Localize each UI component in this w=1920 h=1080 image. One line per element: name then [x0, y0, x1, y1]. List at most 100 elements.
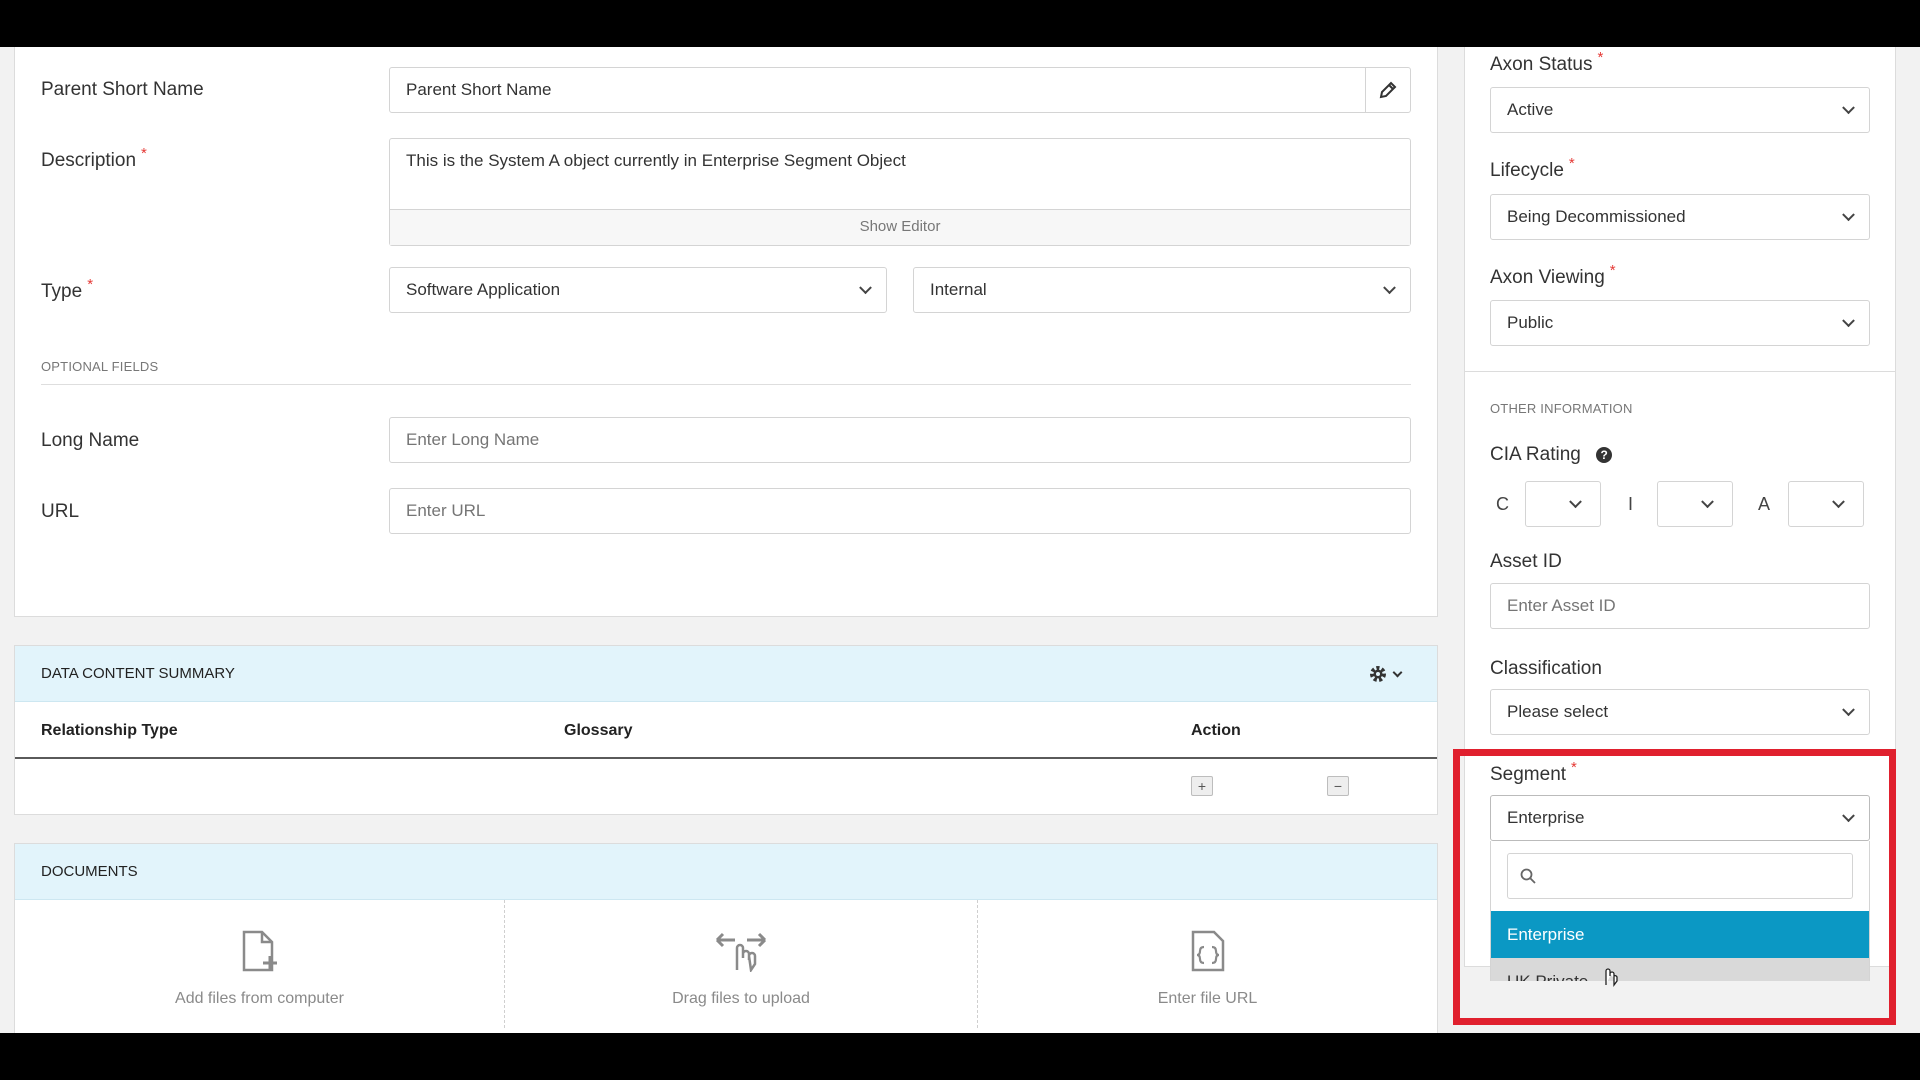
file-code-icon — [1191, 930, 1224, 972]
data-content-summary-card: DATA CONTENT SUMMARY Relationship Type G… — [14, 645, 1438, 815]
axon-viewing-label-text: Axon Viewing — [1490, 267, 1605, 288]
axon-viewing-label: Axon Viewing * — [1490, 262, 1616, 289]
drag-files-option[interactable]: Drag files to upload — [505, 900, 978, 1028]
lifecycle-label-text: Lifecycle — [1490, 160, 1564, 181]
required-marker: * — [1571, 759, 1577, 776]
axon-viewing-value: Public — [1507, 313, 1554, 332]
cia-a-select[interactable] — [1788, 481, 1864, 527]
segment-value: Enterprise — [1507, 808, 1585, 827]
type-select-value: Software Application — [406, 280, 561, 299]
segment-label: Segment * — [1490, 759, 1577, 786]
help-icon[interactable]: ? — [1596, 447, 1613, 463]
classification-label: Classification — [1490, 658, 1602, 679]
asset-id-label: Asset ID — [1490, 551, 1562, 572]
lifecycle-select[interactable]: Being Decommissioned — [1490, 194, 1870, 240]
classification-value: Please select — [1507, 702, 1609, 721]
description-textarea[interactable]: This is the System A object currently in… — [406, 151, 906, 171]
add-files-option[interactable]: Add files from computer — [15, 900, 505, 1028]
cia-i-label: I — [1628, 494, 1634, 514]
column-glossary: Glossary — [564, 722, 633, 739]
lifecycle-label: Lifecycle * — [1490, 155, 1575, 182]
chevron-down-icon — [1383, 281, 1396, 295]
cia-i-select[interactable] — [1657, 481, 1733, 527]
url-input[interactable] — [389, 488, 1411, 534]
sidebar-card: Axon Status * Active Lifecycle * Being Dec… — [1464, 47, 1896, 987]
column-relationship-type: Relationship Type — [41, 722, 178, 739]
show-editor-button[interactable]: Show Editor — [390, 209, 1410, 245]
file-url-label: Enter file URL — [1157, 990, 1258, 1007]
segment-option-enterprise[interactable]: Enterprise — [1491, 911, 1869, 958]
settings-menu-button[interactable] — [1368, 664, 1403, 684]
classification-select[interactable]: Please select — [1490, 689, 1870, 735]
chevron-down-icon — [859, 281, 872, 295]
drag-hand-icon — [715, 932, 767, 972]
required-marker: * — [1609, 262, 1616, 279]
cia-c-select[interactable] — [1525, 481, 1601, 527]
chevron-down-icon — [1569, 495, 1582, 509]
required-marker: * — [141, 145, 147, 162]
segment-search-input[interactable] — [1507, 853, 1853, 899]
chevron-down-icon — [1701, 495, 1714, 509]
parent-short-name-label: Parent Short Name — [41, 79, 204, 100]
drag-files-label: Drag files to upload — [672, 990, 810, 1007]
cia-a-label: A — [1758, 494, 1771, 514]
segment-dropdown: Enterprise UK Private — [1490, 841, 1870, 987]
add-row-button[interactable]: + — [1191, 776, 1213, 796]
required-marker: * — [1568, 155, 1575, 172]
axon-viewing-select[interactable]: Public — [1490, 300, 1870, 346]
add-files-label: Add files from computer — [175, 990, 344, 1007]
hand-cursor-icon — [1605, 968, 1618, 987]
url-label: URL — [41, 501, 80, 522]
parent-short-name-field[interactable]: Parent Short Name — [389, 67, 1411, 113]
type-subtype-select[interactable]: Internal — [913, 267, 1411, 313]
long-name-input[interactable] — [389, 417, 1411, 463]
chevron-down-icon — [1842, 101, 1855, 115]
cia-rating-label: CIA Rating ? — [1490, 444, 1613, 466]
type-label: Type * — [41, 276, 93, 303]
chevron-down-icon — [1842, 314, 1855, 328]
chevron-down-icon — [1392, 667, 1403, 677]
chevron-down-icon — [1842, 208, 1855, 222]
file-url-option[interactable]: Enter file URL — [978, 900, 1437, 1028]
type-subtype-value: Internal — [930, 280, 987, 299]
asset-id-input[interactable] — [1490, 583, 1870, 629]
file-add-icon — [242, 930, 277, 972]
pencil-icon — [1379, 81, 1397, 99]
chevron-down-icon — [1832, 495, 1845, 509]
lifecycle-value: Being Decommissioned — [1507, 207, 1686, 226]
data-content-summary-title: DATA CONTENT SUMMARY — [41, 665, 235, 682]
column-action: Action — [1191, 722, 1241, 739]
cia-rating-label-text: CIA Rating — [1490, 444, 1581, 465]
screen: Parent Short Name Parent Short Name Desc… — [0, 47, 1920, 1033]
data-content-summary-header: DATA CONTENT SUMMARY — [15, 646, 1437, 702]
required-marker: * — [1597, 49, 1604, 66]
documents-card: DOCUMENTS Add files from computer Drag f… — [14, 843, 1438, 1033]
segment-option-uk-private[interactable]: UK Private — [1491, 958, 1869, 981]
sidebar-divider — [1465, 371, 1895, 372]
description-label-text: Description — [41, 150, 137, 171]
edit-button[interactable] — [1365, 68, 1410, 112]
axon-status-value: Active — [1507, 100, 1554, 119]
required-marker: * — [87, 276, 94, 293]
divider — [41, 384, 1411, 385]
axon-status-label-text: Axon Status — [1490, 54, 1593, 75]
axon-status-label: Axon Status * — [1490, 49, 1603, 76]
optional-fields-title: OPTIONAL FIELDS — [41, 359, 159, 374]
other-information-title: OTHER INFORMATION — [1490, 401, 1633, 416]
parent-short-name-value: Parent Short Name — [406, 80, 552, 99]
long-name-label: Long Name — [41, 430, 140, 451]
remove-row-button[interactable]: − — [1327, 776, 1349, 796]
documents-title: DOCUMENTS — [41, 863, 138, 880]
search-icon — [1520, 868, 1536, 884]
documents-header: DOCUMENTS — [15, 844, 1437, 900]
description-editor[interactable]: This is the System A object currently in… — [389, 138, 1411, 246]
cia-c-label: C — [1496, 494, 1509, 514]
type-label-text: Type — [41, 281, 83, 302]
gear-icon — [1370, 666, 1386, 682]
chevron-down-icon — [1842, 809, 1855, 823]
segment-select[interactable]: Enterprise — [1490, 795, 1870, 841]
main-form-card: Parent Short Name Parent Short Name Desc… — [14, 47, 1438, 617]
axon-status-select[interactable]: Active — [1490, 87, 1870, 133]
chevron-down-icon — [1842, 703, 1855, 717]
type-select[interactable]: Software Application — [389, 267, 887, 313]
